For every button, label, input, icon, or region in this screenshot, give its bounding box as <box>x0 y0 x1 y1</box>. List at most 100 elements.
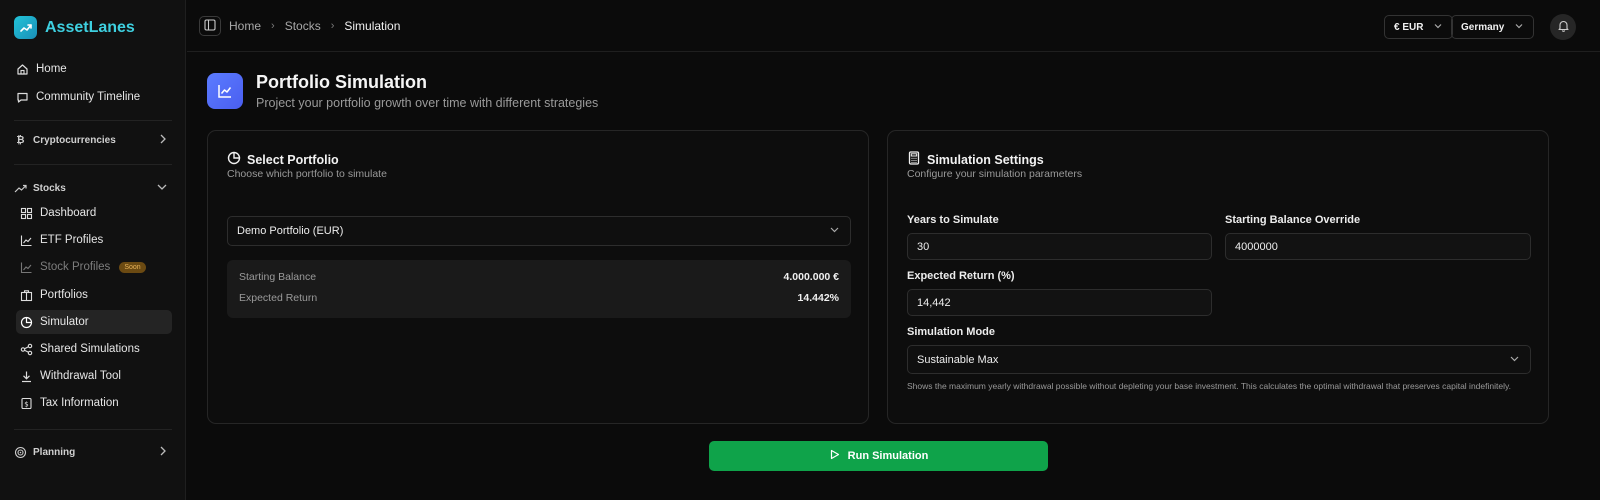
target-icon <box>14 446 27 459</box>
download-icon <box>20 370 33 383</box>
breadcrumb: Home › Stocks › Simulation <box>229 19 400 33</box>
sidebar-item-label: Stock Profiles <box>40 261 111 273</box>
run-simulation-label: Run Simulation <box>847 450 929 462</box>
message-square-icon <box>16 91 29 104</box>
country-value: Germany <box>1461 21 1505 33</box>
sidebar-item-tax-information[interactable]: $ Tax Information <box>16 391 172 415</box>
topbar: Home › Stocks › Simulation € EUR Germany <box>187 0 1600 52</box>
sidebar-divider <box>14 429 172 430</box>
simulation-mode-select[interactable]: Sustainable Max <box>907 345 1531 374</box>
home-icon <box>16 63 29 76</box>
simulation-settings-card: Simulation Settings Configure your simul… <box>887 130 1549 424</box>
simulation-mode-value: Sustainable Max <box>917 353 999 366</box>
breadcrumb-stocks[interactable]: Stocks <box>285 19 321 33</box>
trending-up-icon <box>14 182 27 195</box>
chevron-right-icon <box>158 133 168 148</box>
card-description: Configure your simulation parameters <box>907 168 1083 180</box>
page-title: Portfolio Simulation <box>256 72 427 92</box>
sidebar-item-home[interactable]: Home <box>14 57 172 81</box>
chevron-down-icon <box>829 224 840 238</box>
svg-text:$: $ <box>24 400 28 408</box>
brand[interactable]: AssetLanes <box>14 16 135 39</box>
sidebar-section-planning[interactable]: Planning <box>14 442 172 462</box>
pie-chart-icon <box>227 151 241 168</box>
line-chart-icon <box>20 234 33 247</box>
chevron-right-icon: › <box>330 20 335 32</box>
run-simulation-button[interactable]: Run Simulation <box>709 441 1048 471</box>
section-label: Planning <box>33 446 76 458</box>
sidebar-item-label: Portfolios <box>40 289 88 301</box>
chevron-right-icon <box>158 445 168 460</box>
page-subtitle: Project your portfolio growth over time … <box>256 96 599 110</box>
starting-balance-override-input[interactable]: 4000000 <box>1225 233 1531 260</box>
portfolio-select-value: Demo Portfolio (EUR) <box>237 225 344 237</box>
simulation-mode-label: Simulation Mode <box>907 326 995 338</box>
sidebar-item-community-timeline[interactable]: Community Timeline <box>14 85 172 109</box>
currency-value: € EUR <box>1394 21 1424 33</box>
sidebar-divider <box>14 164 172 165</box>
card-title: Select Portfolio <box>227 151 339 168</box>
years-input[interactable]: 30 <box>907 233 1212 260</box>
line-chart-icon <box>20 261 33 274</box>
expected-return-input-value: 14,442 <box>917 296 951 309</box>
chevron-down-icon <box>1509 353 1520 367</box>
expected-return-label: Expected Return (%) <box>907 270 1015 282</box>
chevron-right-icon: › <box>271 20 275 32</box>
starting-balance-override-label: Starting Balance Override <box>1225 214 1361 226</box>
receipt-icon: $ <box>20 397 33 410</box>
sidebar-item-label: Home <box>36 63 67 75</box>
sidebar-item-label: Dashboard <box>40 207 97 219</box>
sidebar-item-etf-profiles[interactable]: ETF Profiles <box>16 228 172 252</box>
currency-select[interactable]: € EUR <box>1384 15 1454 39</box>
sidebar-section-cryptocurrencies[interactable]: ₿ Cryptocurrencies <box>14 130 172 150</box>
calculator-icon <box>907 151 921 168</box>
sidebar-item-portfolios[interactable]: Portfolios <box>16 283 172 307</box>
sidebar-item-label: Simulator <box>40 316 89 328</box>
expected-return-input[interactable]: 14,442 <box>907 289 1212 316</box>
simulation-mode-help: Shows the maximum yearly withdrawal poss… <box>907 381 1511 391</box>
sidebar-item-label: ETF Profiles <box>40 234 104 246</box>
brand-logo-icon <box>14 16 37 39</box>
sidebar-section-stocks[interactable]: Stocks <box>14 178 172 198</box>
expected-return-label: Expected Return <box>239 292 318 304</box>
sidebar-divider <box>14 120 172 121</box>
pie-chart-icon <box>20 316 33 329</box>
starting-balance-value: 4.000.000 € <box>783 271 839 283</box>
sidebar-item-label: Tax Information <box>40 397 119 409</box>
select-portfolio-card: Select Portfolio Choose which portfolio … <box>207 130 869 424</box>
expected-return-value: 14.442% <box>797 292 839 304</box>
portfolio-select[interactable]: Demo Portfolio (EUR) <box>227 216 851 246</box>
country-select[interactable]: Germany <box>1451 15 1535 39</box>
section-label: Stocks <box>33 182 66 194</box>
bitcoin-icon: ₿ <box>16 134 25 146</box>
sidebar-toggle-button[interactable] <box>199 16 221 36</box>
years-input-value: 30 <box>917 240 930 253</box>
sidebar-item-label: Community Timeline <box>36 91 141 103</box>
sidebar-item-withdrawal-tool[interactable]: Withdrawal Tool <box>16 364 172 388</box>
starting-balance-override-value: 4000000 <box>1235 240 1278 253</box>
sidebar-item-stock-profiles: Stock Profiles Soon <box>16 255 172 279</box>
breadcrumb-home[interactable]: Home <box>229 19 261 33</box>
portfolio-summary: Starting Balance 4.000.000 € Expected Re… <box>227 260 851 318</box>
sidebar: AssetLanes Home Community Timeline ₿ Cry… <box>0 0 186 500</box>
briefcase-icon <box>20 289 33 302</box>
chevron-down-icon <box>1514 21 1524 34</box>
share-icon <box>20 343 33 356</box>
brand-name: AssetLanes <box>45 18 135 36</box>
notifications-button[interactable] <box>1550 14 1576 40</box>
sidebar-item-label: Withdrawal Tool <box>40 370 121 382</box>
chevron-down-icon <box>1433 21 1443 34</box>
sidebar-item-simulator[interactable]: Simulator <box>16 310 172 334</box>
sidebar-item-dashboard[interactable]: Dashboard <box>16 201 172 225</box>
card-title: Simulation Settings <box>907 151 1044 168</box>
sidebar-item-label: Shared Simulations <box>40 343 140 355</box>
panel-left-icon <box>204 18 216 34</box>
soon-badge: Soon <box>119 261 146 273</box>
bell-icon <box>1557 19 1570 35</box>
sidebar-item-shared-simulations[interactable]: Shared Simulations <box>16 337 172 361</box>
starting-balance-label: Starting Balance <box>239 271 317 283</box>
card-description: Choose which portfolio to simulate <box>227 168 387 180</box>
page-chart-icon <box>207 73 243 109</box>
dashboard-grid-icon <box>20 207 33 220</box>
section-label: Cryptocurrencies <box>33 134 116 146</box>
